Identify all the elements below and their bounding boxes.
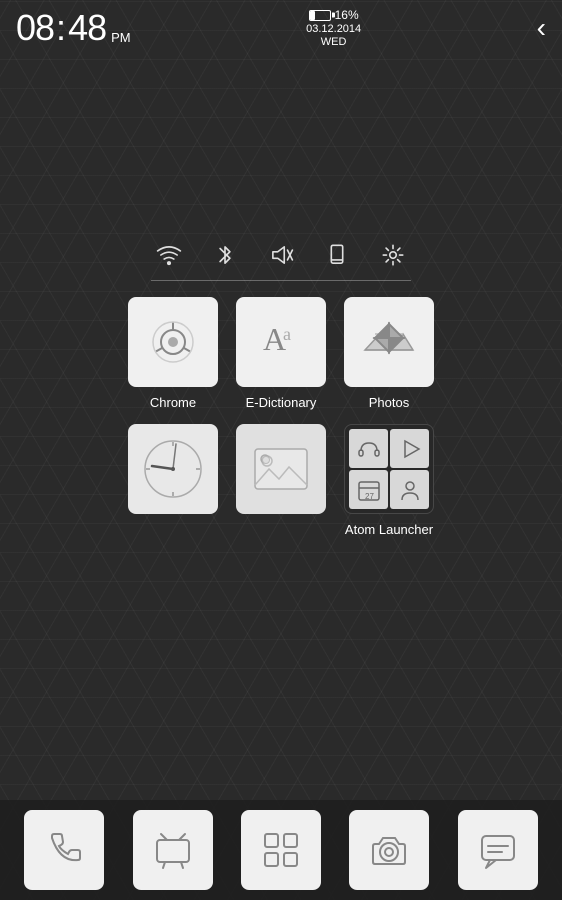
- bottom-dock: [0, 800, 562, 900]
- battery-percent: 16%: [335, 8, 359, 22]
- folder-mini-calendar: 27: [349, 470, 388, 509]
- svg-text:27: 27: [365, 492, 374, 501]
- dock-camera[interactable]: [349, 810, 429, 890]
- folder-mini-person: [390, 470, 429, 509]
- settings-icon[interactable]: [380, 242, 406, 268]
- battery-row: 16%: [309, 8, 359, 22]
- back-button[interactable]: ‹: [537, 12, 546, 44]
- app-grid: Chrome A a E-Dictionary: [0, 297, 562, 551]
- time-minute: 48: [68, 10, 106, 46]
- gallery-widget: [236, 424, 326, 514]
- app-gallery[interactable]: [236, 424, 326, 537]
- clock-widget: [128, 424, 218, 514]
- folder-mini-headphones: [349, 429, 388, 468]
- folder-mini-play: [390, 429, 429, 468]
- chrome-icon-bg: [128, 297, 218, 387]
- time-colon: :: [56, 7, 66, 49]
- status-bar: 08 : 48 PM 16% 03.12.2014 WED ‹: [0, 0, 562, 52]
- app-edictionary[interactable]: A a E-Dictionary: [236, 297, 326, 410]
- photos-label: Photos: [369, 395, 409, 410]
- app-clock[interactable]: [128, 424, 218, 537]
- battery-icon: [309, 10, 331, 21]
- chrome-label: Chrome: [150, 395, 196, 410]
- quick-settings-bar: [0, 222, 562, 280]
- app-chrome[interactable]: Chrome: [128, 297, 218, 410]
- app-photos[interactable]: Photos: [344, 297, 434, 410]
- folder-label: Atom Launcher: [345, 522, 433, 537]
- dictionary-icon-bg: A a: [236, 297, 326, 387]
- battery-fill: [310, 11, 315, 20]
- time-hour: 08: [16, 10, 54, 46]
- edictionary-label: E-Dictionary: [246, 395, 317, 410]
- dock-grid[interactable]: [241, 810, 321, 890]
- folder-icon-bg: 27: [344, 424, 434, 514]
- quick-settings-divider: [151, 280, 411, 281]
- date-text: 03.12.2014: [306, 23, 361, 35]
- day-text: WED: [321, 36, 347, 48]
- date-battery: 16% 03.12.2014 WED: [306, 8, 361, 48]
- dock-phone[interactable]: [24, 810, 104, 890]
- time-ampm: PM: [111, 30, 131, 45]
- dock-tv[interactable]: [133, 810, 213, 890]
- photos-icon-bg: [344, 297, 434, 387]
- rotate-icon[interactable]: [324, 242, 350, 268]
- app-row-2: 27 Atom Launcher: [128, 424, 434, 537]
- wifi-icon[interactable]: [156, 242, 182, 268]
- app-row-1: Chrome A a E-Dictionary: [128, 297, 434, 410]
- mute-icon[interactable]: [268, 242, 294, 268]
- bluetooth-icon[interactable]: [212, 242, 238, 268]
- app-folder[interactable]: 27 Atom Launcher: [344, 424, 434, 537]
- time-display: 08 : 48 PM: [16, 7, 131, 49]
- dock-chat[interactable]: [458, 810, 538, 890]
- svg-text:a: a: [283, 324, 291, 344]
